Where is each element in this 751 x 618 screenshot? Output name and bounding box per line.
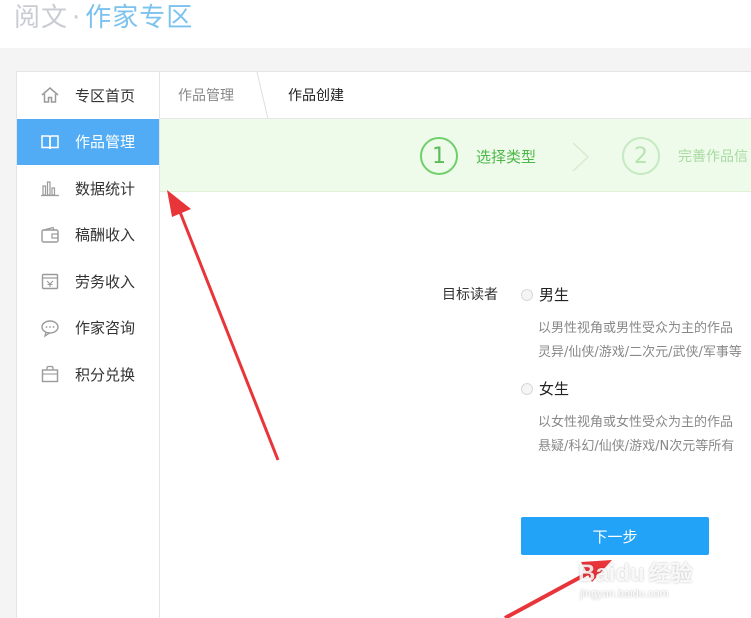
sidebar-item-labor[interactable]: 劳务收入 (17, 258, 159, 305)
male-radio[interactable] (521, 288, 533, 301)
logo-section: 作家专区 (85, 3, 194, 33)
watermark-text: Baidu (578, 560, 645, 587)
chat-icon (39, 317, 61, 339)
female-label: 女生 (539, 380, 570, 398)
male-desc-line1: 以男性视角或男性受众为主的作品 (538, 321, 734, 336)
watermark-url: jingyan.baidu.com (580, 588, 669, 600)
female-desc-line2: 悬疑/科幻/仙侠/游戏/N次元等所有 (538, 439, 735, 454)
breadcrumb-parent[interactable]: 作品管理 (160, 72, 256, 119)
top-header: 阅文 · 作家专区 (0, 0, 751, 48)
sidebar-item-label: 作家咨询 (75, 319, 136, 338)
sidebar-item-label: 劳务收入 (75, 272, 136, 291)
step-2-label: 完善作品信 (678, 149, 748, 165)
watermark-sub: 经验 (648, 562, 693, 587)
bag-icon (39, 363, 61, 385)
sidebar-item-label: 专区首页 (75, 86, 136, 105)
female-radio[interactable] (521, 382, 533, 395)
logo-brand: 阅文 (14, 3, 69, 33)
step-2-number: 2 (622, 137, 660, 175)
sidebar-item-works[interactable]: 作品管理 (17, 118, 159, 165)
male-desc-line2: 灵异/仙侠/游戏/二次元/武侠/军事等 (538, 345, 742, 360)
sidebar-item-label: 数据统计 (75, 179, 136, 198)
logo-separator: · (72, 3, 82, 33)
wallet-icon (39, 224, 61, 246)
sidebar-item-label: 稿酬收入 (75, 226, 136, 245)
book-icon (39, 131, 61, 153)
calendar-icon (39, 270, 61, 292)
chevron-right-icon (570, 141, 592, 177)
option-male[interactable]: 男生 (521, 284, 569, 305)
sidebar-item-home[interactable]: 专区首页 (17, 72, 159, 119)
home-icon (39, 84, 61, 106)
baidu-watermark: Baidu 经验 (578, 556, 693, 588)
step-1: 1 选择类型 (420, 137, 536, 175)
breadcrumb-separator (256, 71, 270, 119)
female-desc-line1: 以女性视角或女性受众为主的作品 (538, 415, 734, 430)
main-panel: 作品管理 作品创建 1 选择类型 2 完善作品信 目标读者 男生 以男性视角或男… (160, 71, 751, 618)
option-female[interactable]: 女生 (521, 378, 569, 399)
sidebar: 专区首页 作品管理 数据统计 稿酬收入 劳务收入 作家咨询 积分兑换 (16, 71, 160, 618)
breadcrumb-current: 作品创建 (288, 88, 344, 104)
bar-chart-icon (39, 177, 61, 199)
step-1-number: 1 (420, 137, 458, 175)
sidebar-item-royalty[interactable]: 稿酬收入 (17, 212, 159, 259)
site-logo[interactable]: 阅文 · 作家专区 (14, 2, 193, 34)
breadcrumb: 作品管理 作品创建 (160, 71, 751, 119)
sidebar-item-consult[interactable]: 作家咨询 (17, 305, 159, 352)
male-label: 男生 (539, 286, 570, 304)
step-indicator: 1 选择类型 2 完善作品信 (160, 119, 751, 192)
step-1-label: 选择类型 (476, 147, 537, 166)
sidebar-item-stats[interactable]: 数据统计 (17, 165, 159, 212)
next-step-button[interactable]: 下一步 (521, 517, 709, 555)
target-reader-label: 目标读者 (442, 287, 498, 303)
sidebar-item-label: 积分兑换 (75, 365, 136, 384)
sidebar-item-points[interactable]: 积分兑换 (17, 351, 159, 398)
step-2: 2 完善作品信 (622, 137, 748, 175)
sidebar-item-label: 作品管理 (75, 133, 136, 152)
